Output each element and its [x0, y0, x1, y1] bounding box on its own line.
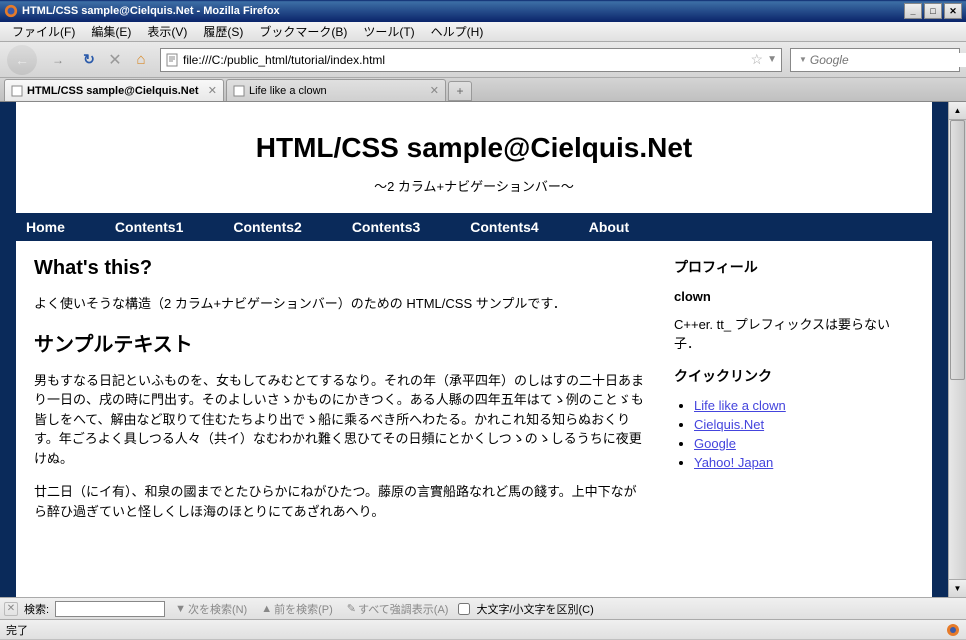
site-nav: Home Contents1 Contents2 Contents3 Conte…: [16, 213, 932, 241]
profile-bio: C++er. tt_ プレフィックスは要らない子．: [674, 314, 914, 352]
url-dropdown-icon[interactable]: ▼: [767, 54, 777, 65]
menu-file[interactable]: ファイル(F): [4, 21, 83, 42]
nav-contents1[interactable]: Contents1: [115, 219, 183, 235]
nav-contents2[interactable]: Contents2: [233, 219, 301, 235]
scroll-thumb[interactable]: [950, 120, 965, 380]
page-title: HTML/CSS sample@Cielquis.Net: [16, 132, 932, 164]
stop-button[interactable]: ✕: [104, 49, 126, 71]
bookmark-star-icon[interactable]: ☆: [751, 51, 764, 68]
page-icon: [165, 53, 179, 67]
scroll-down-button[interactable]: ▼: [949, 579, 966, 597]
content-viewport: HTML/CSS sample@Cielquis.Net 〜2 カラム+ナビゲー…: [0, 102, 966, 597]
nav-about[interactable]: About: [589, 219, 629, 235]
heading-whats-this: What's this?: [34, 257, 644, 280]
scroll-up-button[interactable]: ▲: [949, 102, 966, 120]
scroll-track[interactable]: [949, 380, 966, 579]
search-input[interactable]: [810, 53, 966, 67]
status-bar: 完了: [0, 619, 966, 639]
main-column: What's this? よく使いそうな構造（2 カラム+ナビゲーションバー）の…: [34, 257, 644, 535]
home-button[interactable]: ⌂: [130, 49, 152, 71]
menu-view[interactable]: 表示(V): [139, 21, 195, 42]
find-bar: ✕ 検索: ▼ 次を検索(N) ▲ 前を検索(P) ✎ すべて強調表示(A) 大…: [0, 597, 966, 619]
reload-button[interactable]: ↻: [78, 49, 100, 71]
tab-inactive[interactable]: Life like a clown ✕: [226, 79, 446, 101]
sample-paragraph-2: 廿二日（にイ有）、和泉の國までとたひらかにねがひたつ。藤原の言實船路なれど馬の餞…: [34, 482, 644, 521]
find-prev-button[interactable]: ▲ 前を検索(P): [257, 601, 337, 617]
link-cielquis-net[interactable]: Cielquis.Net: [694, 417, 764, 432]
firefox-icon: [4, 4, 18, 18]
menu-edit[interactable]: 編集(E): [83, 21, 139, 42]
find-label: 検索:: [24, 601, 49, 617]
maximize-button[interactable]: □: [924, 3, 942, 19]
quicklinks-heading: クイックリンク: [674, 366, 914, 386]
nav-contents4[interactable]: Contents4: [470, 219, 538, 235]
find-close-button[interactable]: ✕: [4, 602, 18, 616]
page-icon: [233, 85, 245, 97]
status-text: 完了: [6, 622, 946, 638]
find-input[interactable]: [55, 601, 165, 617]
menu-help[interactable]: ヘルプ(H): [423, 21, 492, 42]
tab-label: HTML/CSS sample@Cielquis.Net: [27, 85, 202, 97]
menu-tools[interactable]: ツール(T): [355, 21, 422, 42]
page-icon: [11, 85, 23, 97]
tab-close-icon[interactable]: ✕: [208, 84, 217, 97]
tab-active[interactable]: HTML/CSS sample@Cielquis.Net ✕: [4, 79, 224, 101]
search-engine-dropdown-icon[interactable]: ▼: [799, 55, 807, 64]
tab-label: Life like a clown: [249, 85, 424, 97]
window-titlebar: HTML/CSS sample@Cielquis.Net - Mozilla F…: [0, 0, 966, 22]
find-case-checkbox[interactable]: [458, 603, 470, 615]
link-google[interactable]: Google: [694, 436, 736, 451]
heading-sample-text: サンプルテキスト: [34, 328, 644, 357]
new-tab-button[interactable]: +: [448, 81, 472, 101]
sidebar-column: プロフィール clown C++er. tt_ プレフィックスは要らない子． ク…: [674, 257, 914, 535]
forward-button[interactable]: →: [42, 46, 74, 74]
navigation-toolbar: ← → ↻ ✕ ⌂ ☆ ▼ G ▼ 🔍: [0, 42, 966, 78]
find-case-label: 大文字/小文字を区別(C): [476, 601, 593, 617]
menu-bar: ファイル(F) 編集(E) 表示(V) 履歴(S) ブックマーク(B) ツール(…: [0, 22, 966, 42]
find-next-button[interactable]: ▼ 次を検索(N): [171, 601, 251, 617]
sample-paragraph-1: 男もすなる日記といふものを、女もしてみむとてするなり。それの年（承平四年）のしは…: [34, 371, 644, 469]
url-bar[interactable]: ☆ ▼: [160, 48, 782, 72]
page-content: HTML/CSS sample@Cielquis.Net 〜2 カラム+ナビゲー…: [0, 102, 948, 597]
window-title: HTML/CSS sample@Cielquis.Net - Mozilla F…: [22, 5, 904, 17]
firefox-status-icon: [946, 623, 960, 637]
minimize-button[interactable]: _: [904, 3, 922, 19]
close-button[interactable]: ✕: [944, 3, 962, 19]
menu-history[interactable]: 履歴(S): [195, 21, 251, 42]
url-input[interactable]: [183, 53, 747, 67]
back-button[interactable]: ←: [6, 46, 38, 74]
intro-paragraph: よく使いそうな構造（2 カラム+ナビゲーションバー）のための HTML/CSS …: [34, 294, 644, 314]
quicklinks-list: Life like a clown Cielquis.Net Google Ya…: [674, 398, 914, 470]
page-subtitle: 〜2 カラム+ナビゲーションバー〜: [16, 176, 932, 195]
link-life-like-a-clown[interactable]: Life like a clown: [694, 398, 786, 413]
menu-bookmarks[interactable]: ブックマーク(B): [251, 21, 355, 42]
tab-close-icon[interactable]: ✕: [430, 84, 439, 97]
search-box[interactable]: G ▼ 🔍: [790, 48, 960, 72]
find-highlight-button[interactable]: ✎ すべて強調表示(A): [343, 601, 453, 617]
tab-bar: HTML/CSS sample@Cielquis.Net ✕ Life like…: [0, 78, 966, 102]
link-yahoo-japan[interactable]: Yahoo! Japan: [694, 455, 773, 470]
nav-home[interactable]: Home: [26, 219, 65, 235]
nav-contents3[interactable]: Contents3: [352, 219, 420, 235]
vertical-scrollbar[interactable]: ▲ ▼: [948, 102, 966, 597]
profile-name: clown: [674, 289, 914, 304]
profile-heading: プロフィール: [674, 257, 914, 277]
